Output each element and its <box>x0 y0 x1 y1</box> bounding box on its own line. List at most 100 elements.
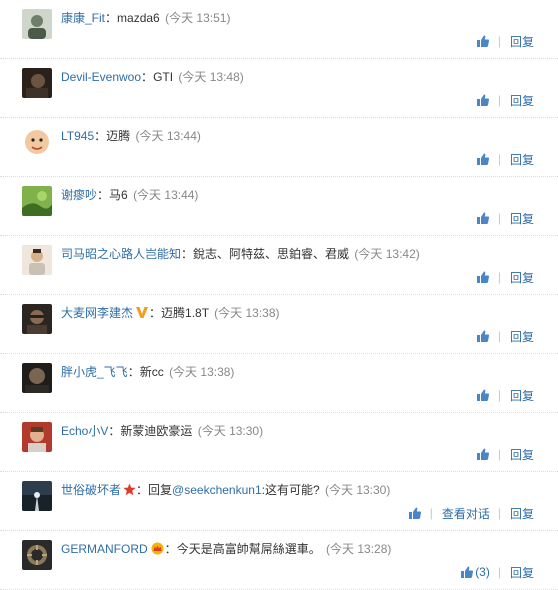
comment-text: 马6 <box>109 188 128 202</box>
username-link[interactable]: Devil-Evenwoo <box>61 70 141 84</box>
comment-text: 銳志、阿特茲、思鉑睿、君威 <box>193 247 350 261</box>
comment-actions: | 回复 <box>476 269 534 285</box>
comment-actions: | 查看对话 | 回复 <box>408 505 534 521</box>
comment-line: 司马昭之心路人岂能知：銳志、阿特茲、思鉑睿、君威 (今天 13:42) <box>61 247 420 261</box>
avatar[interactable] <box>22 481 52 511</box>
comment-line: LT945：迈腾 (今天 13:44) <box>61 129 201 143</box>
reply-button[interactable]: 回复 <box>510 92 534 109</box>
like-button[interactable] <box>476 388 490 402</box>
reply-button[interactable]: 回复 <box>510 328 534 345</box>
avatar[interactable] <box>22 304 52 334</box>
reply-button[interactable]: 回复 <box>510 446 534 463</box>
comment-line: 世俗破坏者 ：回复@seekchenkun1:这有可能? (今天 13:30) <box>61 483 391 497</box>
thumbs-up-icon <box>461 566 474 578</box>
reply-prefix: 回复 <box>148 483 173 497</box>
gold-crown-icon[interactable] <box>150 542 165 555</box>
thumbs-up-icon <box>476 389 489 401</box>
like-button[interactable] <box>476 34 490 48</box>
comment-text: GTI <box>153 70 174 84</box>
comment-line: 胖小虎_飞飞：新cc (今天 13:38) <box>61 365 235 379</box>
comment-item: GERMANFORD ：今天是高富帥幫屌絲選車。 (今天 13:28) (3) |… <box>0 531 558 590</box>
username-link[interactable]: LT945 <box>61 129 94 143</box>
avatar[interactable] <box>22 363 52 393</box>
like-count: (3) <box>475 565 490 579</box>
username-link[interactable]: 大麦网李建杰 <box>61 306 133 320</box>
thumbs-up-icon <box>476 448 489 460</box>
reply-button[interactable]: 回复 <box>510 269 534 286</box>
reply-button[interactable]: 回复 <box>510 387 534 404</box>
comment-item: 世俗破坏者 ：回复@seekchenkun1:这有可能? (今天 13:30) |… <box>0 472 558 531</box>
mention-link[interactable]: @seekchenkun1 <box>172 483 262 497</box>
vip-v-icon[interactable] <box>135 306 149 319</box>
reply-button[interactable]: 回复 <box>510 151 534 168</box>
comment-time: (今天 13:48) <box>178 70 244 84</box>
thumbs-up-icon <box>476 35 489 47</box>
avatar[interactable] <box>22 68 52 98</box>
comment-text: :这有可能? <box>261 483 320 497</box>
comment-actions: | 回复 <box>476 328 534 344</box>
username-link[interactable]: 世俗破坏者 <box>61 483 121 497</box>
comment-line: 康康_Fit：mazda6 (今天 13:51) <box>61 11 231 25</box>
like-button[interactable] <box>408 506 422 520</box>
comment-item: 大麦网李建杰 ：迈腾1.8T (今天 13:38) | 回复 <box>0 295 558 354</box>
comment-time: (今天 13:30) <box>324 483 391 497</box>
username-link[interactable]: 谢瘳吵 <box>61 188 97 202</box>
reply-button[interactable]: 回复 <box>510 210 534 227</box>
comment-text: 今天是高富帥幫屌絲選車。 <box>176 542 321 556</box>
thumbs-up-icon <box>476 94 489 106</box>
avatar[interactable] <box>22 186 52 216</box>
like-button[interactable]: (3) <box>460 565 490 579</box>
comment-actions: | 回复 <box>476 92 534 108</box>
avatar[interactable] <box>22 9 52 39</box>
comment-line: 大麦网李建杰 ：迈腾1.8T (今天 13:38) <box>61 306 280 320</box>
like-button[interactable] <box>476 447 490 461</box>
comment-text: 新cc <box>139 365 164 379</box>
avatar[interactable] <box>22 422 52 452</box>
thumbs-up-icon <box>476 271 489 283</box>
comment-text: 新蒙迪欧豪运 <box>120 424 193 438</box>
comment-actions: | 回复 <box>476 387 534 403</box>
view-dialog-button[interactable]: 查看对话 <box>442 505 490 522</box>
comment-time: (今天 13:44) <box>133 188 199 202</box>
like-button[interactable] <box>476 211 490 225</box>
like-button[interactable] <box>476 329 490 343</box>
comment-item: LT945：迈腾 (今天 13:44) | 回复 <box>0 118 558 177</box>
comment-line: 谢瘳吵：马6 (今天 13:44) <box>61 188 199 202</box>
avatar[interactable] <box>22 127 52 157</box>
comment-text: mazda6 <box>117 11 160 25</box>
comment-line: Echo小V：新蒙迪欧豪运 (今天 13:30) <box>61 424 264 438</box>
comment-time: (今天 13:42) <box>354 247 420 261</box>
comment-time: (今天 13:38) <box>169 365 235 379</box>
comment-text: 迈腾 <box>106 129 131 143</box>
comment-line: Devil-Evenwoo：GTI (今天 13:48) <box>61 70 244 84</box>
like-button[interactable] <box>476 270 490 284</box>
comment-list: 康康_Fit：mazda6 (今天 13:51) | 回复 Devil-Even… <box>0 0 558 590</box>
comment-actions: | 回复 <box>476 33 534 49</box>
comment-item: 康康_Fit：mazda6 (今天 13:51) | 回复 <box>0 0 558 59</box>
thumbs-up-icon <box>408 507 421 519</box>
comment-item: 胖小虎_飞飞：新cc (今天 13:38) | 回复 <box>0 354 558 413</box>
comment-time: (今天 13:51) <box>165 11 231 25</box>
comment-text: 迈腾1.8T <box>161 306 209 320</box>
comment-time: (今天 13:38) <box>214 306 280 320</box>
comment-item: 司马昭之心路人岂能知：銳志、阿特茲、思鉑睿、君威 (今天 13:42) | 回复 <box>0 236 558 295</box>
like-button[interactable] <box>476 152 490 166</box>
avatar[interactable] <box>22 245 52 275</box>
comment-actions: | 回复 <box>476 446 534 462</box>
username-link[interactable]: GERMANFORD <box>61 542 148 556</box>
comment-time: (今天 13:30) <box>197 424 264 438</box>
username-link[interactable]: 胖小虎_飞飞 <box>61 365 128 379</box>
comment-item: 谢瘳吵：马6 (今天 13:44) | 回复 <box>0 177 558 236</box>
reply-button[interactable]: 回复 <box>510 505 534 522</box>
comment-actions: | 回复 <box>476 210 534 226</box>
username-link[interactable]: Echo小V <box>61 424 108 438</box>
username-link[interactable]: 司马昭之心路人岂能知 <box>61 247 181 261</box>
reply-button[interactable]: 回复 <box>510 564 534 581</box>
reply-button[interactable]: 回复 <box>510 33 534 50</box>
thumbs-up-icon <box>476 212 489 224</box>
thumbs-up-icon <box>476 153 489 165</box>
red-star-icon[interactable] <box>123 483 136 496</box>
comment-line: GERMANFORD ：今天是高富帥幫屌絲選車。 (今天 13:28) <box>61 542 392 556</box>
like-button[interactable] <box>476 93 490 107</box>
username-link[interactable]: 康康_Fit <box>61 11 105 25</box>
